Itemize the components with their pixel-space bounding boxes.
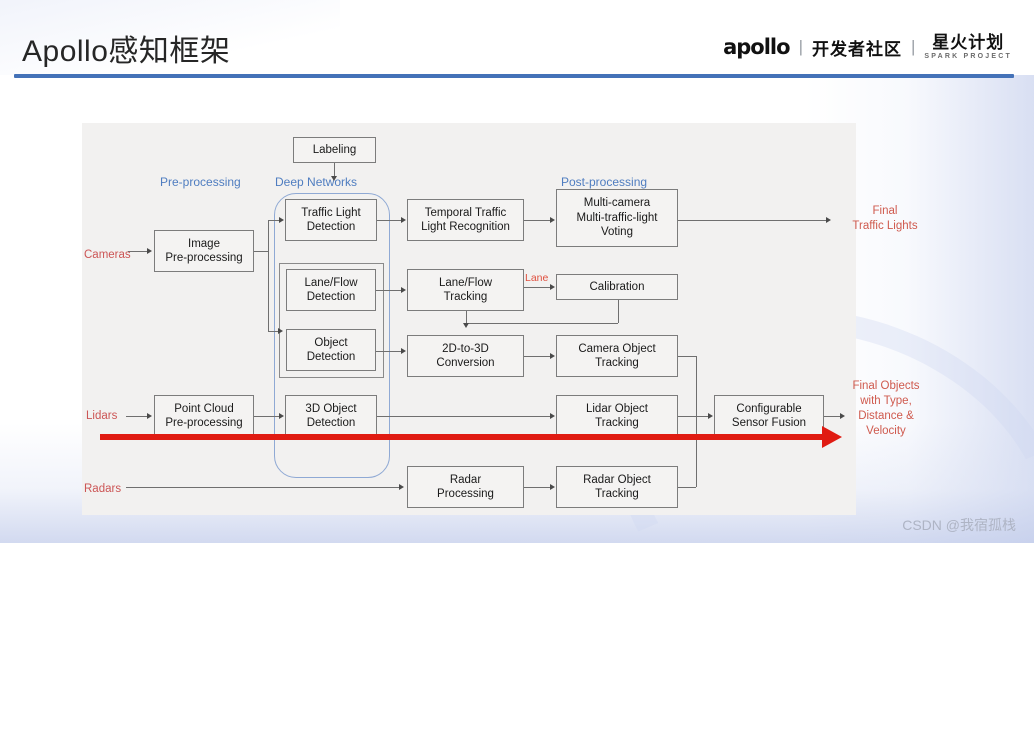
arrowhead-camera-object-tracking bbox=[550, 353, 555, 359]
output-final-objects: Final Objects with Type, Distance & Velo… bbox=[852, 380, 920, 437]
spark-project-logo: 星火计划 SPARK PROJECT bbox=[924, 34, 1012, 60]
brand-separator-2: | bbox=[910, 37, 916, 56]
spark-project-cn-label: 星火计划 bbox=[932, 33, 1005, 52]
connector-tld-to-temporal bbox=[377, 220, 401, 221]
node-configurable-sensor-fusion[interactable]: Configurable Sensor Fusion bbox=[714, 395, 824, 437]
connector-voting-to-final-lights bbox=[678, 220, 826, 221]
node-calibration[interactable]: Calibration bbox=[556, 274, 678, 300]
connector-temporal-to-voting bbox=[524, 220, 550, 221]
connector-lft-to-calibration bbox=[524, 287, 550, 288]
brand-separator-1: | bbox=[798, 37, 803, 56]
connector-camera-tracking-out bbox=[678, 356, 696, 357]
node-lidar-object-tracking[interactable]: Lidar Object Tracking bbox=[556, 395, 678, 437]
output-final-traffic-lights: Final Traffic Lights bbox=[852, 205, 918, 232]
connector-fusion-to-final-objects bbox=[824, 416, 840, 417]
arrowhead-lane-flow-tracking bbox=[401, 287, 406, 293]
connector-lfd-to-lft bbox=[376, 290, 401, 291]
connector-lidars-to-pointcloud bbox=[126, 416, 147, 417]
node-3d-object-detection[interactable]: 3D Object Detection bbox=[285, 395, 377, 437]
node-temporal-traffic-light-recognition[interactable]: Temporal Traffic Light Recognition bbox=[407, 199, 524, 241]
arrowhead-temporal-traffic bbox=[401, 217, 406, 223]
brand-logo-group: apollo | 开发者社区 | 星火计划 SPARK PROJECT bbox=[723, 34, 1012, 60]
slide-header: Apollo感知框架 apollo | 开发者社区 | 星火计划 SPARK P… bbox=[0, 0, 1034, 78]
connector-fusion-bus-vertical bbox=[696, 356, 697, 487]
node-lane-flow-tracking[interactable]: Lane/Flow Tracking bbox=[407, 269, 524, 311]
highlight-arrow-head bbox=[822, 426, 842, 448]
connector-calibration-return-horizontal bbox=[466, 323, 618, 324]
connector-2d3d-to-camera-tracking bbox=[524, 356, 550, 357]
section-label-pre-processing: Pre-processing bbox=[160, 175, 241, 189]
spark-project-en-label: SPARK PROJECT bbox=[924, 53, 1012, 60]
arrowhead-detection-group bbox=[278, 328, 283, 334]
arrowhead-into-2d-to-3d-top bbox=[463, 323, 469, 328]
section-label-post-processing: Post-processing bbox=[561, 175, 648, 189]
connector-labeling-down bbox=[334, 163, 335, 177]
node-point-cloud-pre-processing[interactable]: Point Cloud Pre-processing bbox=[154, 395, 254, 437]
node-camera-object-tracking[interactable]: Camera Object Tracking bbox=[556, 335, 678, 377]
apollo-wordmark: apollo bbox=[723, 35, 790, 59]
arrowhead-3d-object-detection bbox=[279, 413, 284, 419]
source-label-cameras: Cameras bbox=[84, 249, 131, 261]
node-multi-camera-voting[interactable]: Multi-camera Multi-traffic-light Voting bbox=[556, 189, 678, 247]
connector-image-pre-out bbox=[254, 251, 268, 252]
page-title: Apollo感知框架 bbox=[22, 35, 231, 68]
connector-od-to-2d3d bbox=[376, 351, 401, 352]
arrowhead-radar-object-tracking bbox=[550, 484, 555, 490]
arrowhead-cameras bbox=[147, 248, 152, 254]
edge-label-lane: Lane bbox=[525, 272, 549, 284]
node-image-pre-processing[interactable]: Image Pre-processing bbox=[154, 230, 254, 272]
connector-3dod-to-lidar-tracking bbox=[377, 416, 550, 417]
arrowhead-calibration bbox=[550, 284, 555, 290]
developer-community-label: 开发者社区 bbox=[811, 39, 902, 59]
connector-calibration-down bbox=[618, 300, 619, 323]
source-label-lidars: Lidars bbox=[86, 410, 118, 422]
arrowhead-lidars bbox=[147, 413, 152, 419]
node-2d-to-3d-conversion[interactable]: 2D-to-3D Conversion bbox=[407, 335, 524, 377]
node-traffic-light-detection[interactable]: Traffic Light Detection bbox=[285, 199, 377, 241]
connector-radars-to-radar-processing bbox=[126, 487, 399, 488]
perception-framework-diagram: Pre-processing Deep Networks Post-proces… bbox=[82, 123, 920, 515]
node-radar-object-tracking[interactable]: Radar Object Tracking bbox=[556, 466, 678, 508]
connector-cameras-to-image-pre bbox=[128, 251, 147, 252]
source-label-radars: Radars bbox=[84, 483, 122, 495]
arrowhead-radar-processing bbox=[399, 484, 404, 490]
csdn-watermark: CSDN @我宿孤栈 bbox=[902, 517, 1016, 533]
node-lane-flow-detection[interactable]: Lane/Flow Detection bbox=[286, 269, 376, 311]
node-radar-processing[interactable]: Radar Processing bbox=[407, 466, 524, 508]
node-labeling[interactable]: Labeling bbox=[293, 137, 376, 163]
connector-radar-proc-to-radar-tracking bbox=[524, 487, 550, 488]
title-underline-rule bbox=[14, 74, 1014, 78]
arrowhead-sensor-fusion bbox=[708, 413, 713, 419]
node-object-detection[interactable]: Object Detection bbox=[286, 329, 376, 371]
arrowhead-lidar-object-tracking bbox=[550, 413, 555, 419]
connector-lidar-tracking-out bbox=[678, 416, 696, 417]
arrowhead-traffic-light-detection bbox=[279, 217, 284, 223]
arrowhead-multi-camera-voting bbox=[550, 217, 555, 223]
arrowhead-final-traffic-lights bbox=[826, 217, 831, 223]
connector-lft-down-stub bbox=[466, 311, 467, 323]
connector-pointcloud-to-3dod bbox=[254, 416, 279, 417]
section-label-deep-networks: Deep Networks bbox=[275, 175, 358, 189]
arrowhead-2d-to-3d bbox=[401, 348, 406, 354]
arrowhead-labeling-down bbox=[331, 176, 337, 181]
arrowhead-final-objects bbox=[840, 413, 845, 419]
connector-radar-tracking-out bbox=[678, 487, 696, 488]
highlight-arrow-shaft bbox=[100, 434, 825, 440]
connector-camera-bus-vertical bbox=[268, 220, 269, 332]
